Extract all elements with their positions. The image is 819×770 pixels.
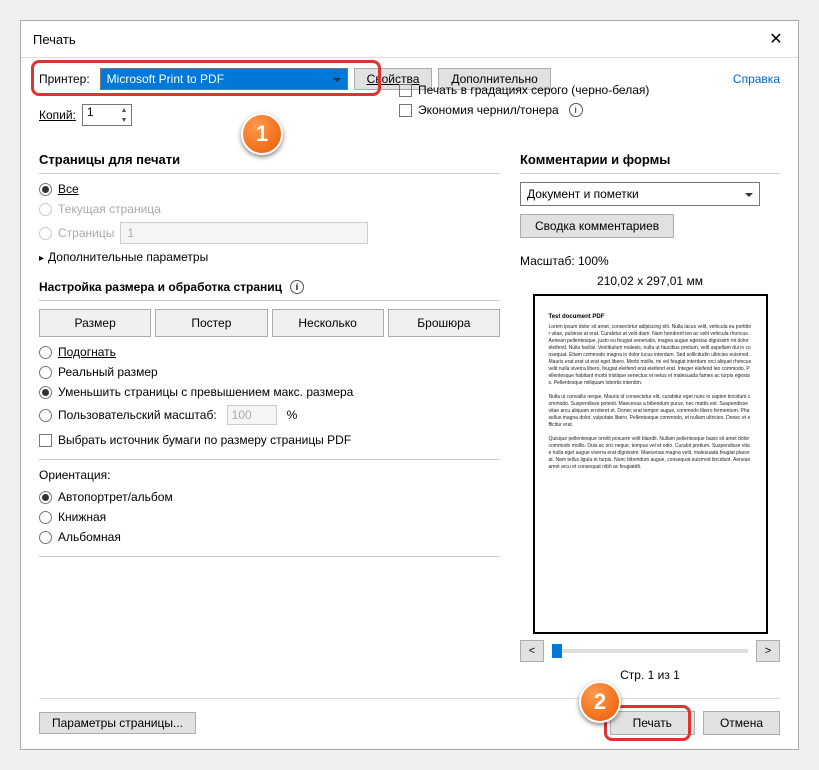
orient-auto-radio[interactable] [39,491,52,504]
orientation-title: Ориентация: [39,468,500,482]
close-icon[interactable]: ✕ [766,29,786,49]
orient-portrait-label: Книжная [58,510,106,524]
preview-text: Lorem ipsum dolor sit amet, consectetur … [549,324,752,471]
print-options: Печать в градациях серого (черно-белая) … [399,83,649,123]
save-ink-label: Экономия чернил/тонера [418,103,559,117]
pages-current-label: Текущая страница [58,202,161,216]
save-ink-checkbox[interactable] [399,104,412,117]
custom-scale-input[interactable] [227,405,277,425]
orient-landscape-label: Альбомная [58,530,121,544]
pages-all-label: Все [58,182,79,196]
orient-landscape-radio[interactable] [39,531,52,544]
comments-dropdown[interactable]: Документ и пометки [520,182,760,206]
pages-range-radio[interactable] [39,227,52,240]
comments-summary-button[interactable]: Сводка комментариев [520,214,674,238]
multiple-button[interactable]: Несколько [272,309,384,337]
info-icon[interactable]: i [569,103,583,117]
scale-info: Масштаб: 100% [520,254,780,268]
printer-label: Принтер: [39,72,90,86]
copies-value: 1 [87,105,94,119]
printer-select[interactable]: Microsoft Print to PDF [100,68,348,90]
percent-label: % [287,408,298,422]
copies-label: Копий: [39,108,76,122]
dimensions-info: 210,02 x 297,01 мм [520,274,780,288]
pages-current-radio[interactable] [39,203,52,216]
pages-title: Страницы для печати [39,152,500,167]
pages-range-input[interactable] [120,222,368,244]
custom-radio[interactable] [39,409,52,422]
poster-button[interactable]: Постер [155,309,267,337]
annotation-badge-2: 2 [579,681,621,723]
print-button[interactable]: Печать [610,711,695,735]
cancel-button[interactable]: Отмена [703,711,780,735]
printer-value: Microsoft Print to PDF [107,72,224,86]
grayscale-checkbox[interactable] [399,84,412,97]
comments-value: Документ и пометки [527,187,639,201]
more-params-toggle[interactable]: Дополнительные параметры [39,250,500,264]
orient-portrait-radio[interactable] [39,511,52,524]
nav-prev-button[interactable]: < [520,640,544,662]
preview-doc-title: Test document PDF [549,314,752,320]
page-setup-button[interactable]: Параметры страницы... [39,712,196,734]
sizing-title: Настройка размера и обработка страниц i [39,280,500,294]
preview-page: Test document PDF Lorem ipsum dolor sit … [533,294,768,634]
pages-range-label: Страницы [58,226,114,240]
custom-label: Пользовательский масштаб: [58,408,217,422]
dialog-title: Печать [33,32,76,47]
nav-next-button[interactable]: > [756,640,780,662]
shrink-radio[interactable] [39,386,52,399]
spinner-down-icon: ▼ [119,115,129,125]
copies-spinner[interactable]: 1 ▲▼ [82,104,132,126]
spinner-up-icon: ▲ [119,105,129,115]
paper-source-checkbox[interactable] [39,434,52,447]
help-link[interactable]: Справка [733,72,780,86]
page-info: Стр. 1 из 1 [520,668,780,682]
comments-title: Комментарии и формы [520,152,780,167]
pages-all-radio[interactable] [39,183,52,196]
print-dialog: Печать ✕ Принтер: Microsoft Print to PDF… [20,20,799,750]
actual-radio[interactable] [39,366,52,379]
annotation-badge-1: 1 [241,113,283,155]
size-button[interactable]: Размер [39,309,151,337]
fit-radio[interactable] [39,346,52,359]
orient-auto-label: Автопортрет/альбом [58,490,173,504]
actual-label: Реальный размер [58,365,158,379]
titlebar: Печать ✕ [21,21,798,58]
grayscale-label: Печать в градациях серого (черно-белая) [418,83,649,97]
info-icon[interactable]: i [290,280,304,294]
fit-label: Подогнать [58,345,116,359]
paper-source-label: Выбрать источник бумаги по размеру стран… [58,433,351,447]
shrink-label: Уменьшить страницы с превышением макс. р… [58,385,353,399]
booklet-button[interactable]: Брошюра [388,309,500,337]
page-slider[interactable] [552,649,748,653]
